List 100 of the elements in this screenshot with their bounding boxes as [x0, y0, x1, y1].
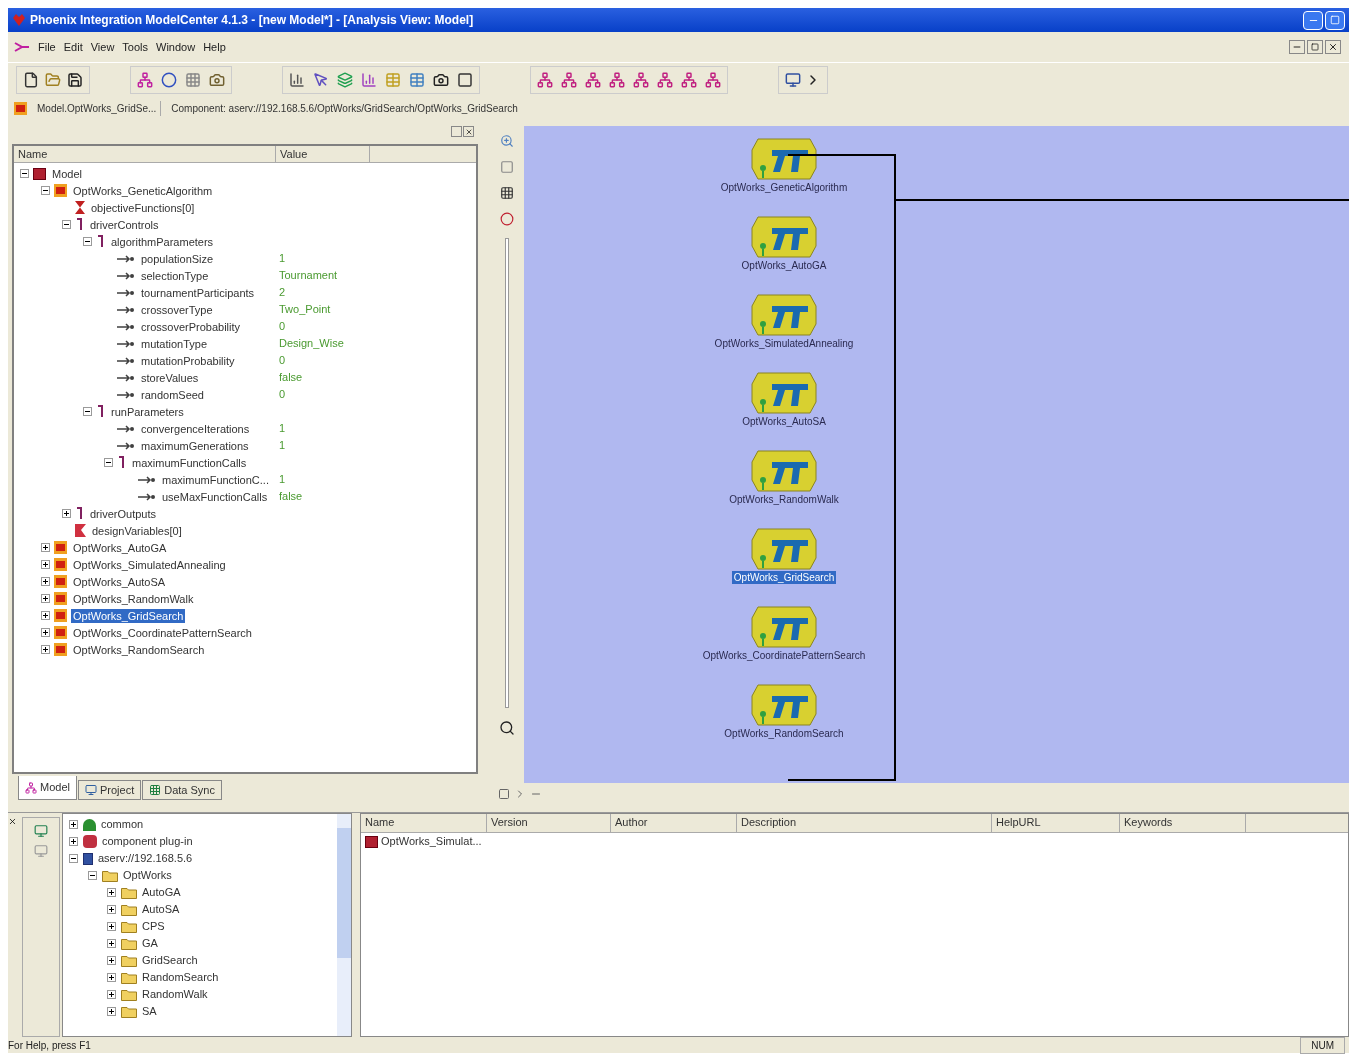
expand-icon[interactable]: [107, 922, 116, 931]
tree-item[interactable]: selectionType: [139, 268, 211, 283]
maximize-button[interactable]: [1325, 10, 1345, 30]
tree-item[interactable]: aserv://192.168.5.6: [98, 850, 193, 867]
menu-item[interactable]: Tools: [122, 38, 149, 56]
collapse-icon[interactable]: [104, 458, 113, 467]
new-file-icon[interactable]: [23, 71, 39, 88]
network-icon[interactable]: [585, 71, 601, 88]
collapse-icon[interactable]: [88, 871, 97, 880]
column-header[interactable]: Keywords: [1120, 814, 1246, 832]
node-label[interactable]: OptWorks_RandomSearch: [722, 727, 846, 740]
expand-icon[interactable]: [107, 888, 116, 897]
expand-icon[interactable]: [107, 1007, 116, 1016]
menu-item[interactable]: View: [90, 38, 115, 56]
tree-item[interactable]: component plug-in: [102, 833, 193, 850]
expand-icon[interactable]: [107, 990, 116, 999]
tree-item[interactable]: designVariables[0]: [90, 523, 184, 538]
tree-item[interactable]: crossoverType: [139, 302, 215, 317]
tree-item[interactable]: driverOutputs: [88, 506, 159, 521]
node-label[interactable]: OptWorks_AutoGA: [739, 259, 829, 272]
component-node-icon[interactable]: [750, 372, 818, 414]
column-header[interactable]: Version: [487, 814, 611, 832]
collapse-icon[interactable]: [20, 169, 29, 178]
tree-item[interactable]: driverControls: [88, 217, 161, 232]
expand-icon[interactable]: [107, 956, 116, 965]
node-label[interactable]: OptWorks_GridSearch: [731, 571, 837, 584]
expand-icon[interactable]: [41, 577, 50, 586]
tree-item[interactable]: GA: [142, 935, 158, 952]
tree-item[interactable]: mutationProbability: [139, 353, 237, 368]
tree-item[interactable]: OptWorks_AutoGA: [71, 540, 169, 555]
network-icon[interactable]: [705, 71, 721, 88]
tree-item[interactable]: RandomSearch: [142, 969, 219, 986]
expand-icon[interactable]: [41, 560, 50, 569]
tree-item[interactable]: randomSeed: [139, 387, 206, 402]
expand-icon[interactable]: [62, 509, 71, 518]
circle-icon[interactable]: [161, 71, 177, 88]
expand-icon[interactable]: [69, 820, 78, 829]
layers-icon[interactable]: [337, 71, 353, 88]
tree-item[interactable]: OptWorks_GeneticAlgorithm: [71, 183, 215, 198]
network-icon[interactable]: [633, 71, 649, 88]
frame-icon[interactable]: [498, 788, 510, 800]
node-label[interactable]: OptWorks_GeneticAlgorithm: [718, 181, 850, 194]
open-folder-icon[interactable]: [45, 71, 61, 88]
monitor-icon[interactable]: [34, 824, 48, 838]
column-header[interactable]: Author: [611, 814, 737, 832]
tree-item[interactable]: GridSearch: [142, 952, 198, 969]
scrollbar[interactable]: [337, 814, 351, 1036]
panel-tab[interactable]: Data Sync: [142, 780, 222, 800]
tree-item[interactable]: populationSize: [139, 251, 216, 266]
menu-item[interactable]: Help: [203, 38, 226, 56]
tree-item[interactable]: AutoGA: [142, 884, 181, 901]
tree-item[interactable]: common: [101, 816, 144, 833]
tree-item[interactable]: SA: [142, 1003, 157, 1020]
expand-icon[interactable]: [41, 628, 50, 637]
tree-item[interactable]: RandomWalk: [142, 986, 208, 1003]
column-header[interactable]: Name: [14, 146, 276, 162]
network-icon[interactable]: [537, 71, 553, 88]
zoom-icon[interactable]: [500, 134, 514, 148]
chart-icon[interactable]: [361, 71, 377, 88]
tree-item[interactable]: OptWorks_CoordinatePatternSearch: [71, 625, 254, 640]
component-node-icon[interactable]: [750, 216, 818, 258]
minimize-button[interactable]: [1289, 40, 1305, 54]
tree-item[interactable]: maximumFunctionC...: [160, 472, 271, 487]
component-node-icon[interactable]: [750, 684, 818, 726]
table-icon[interactable]: [409, 71, 425, 88]
menu-item[interactable]: Window: [156, 38, 196, 56]
close-button[interactable]: [1325, 40, 1341, 54]
column-header[interactable]: Value: [276, 146, 370, 162]
menu-item[interactable]: File: [38, 38, 56, 56]
tree-item[interactable]: OptWorks_RandomSearch: [71, 642, 207, 657]
breadcrumb-model[interactable]: Model.OptWorks_GridSe...: [37, 100, 162, 116]
panel-tab[interactable]: Project: [77, 780, 142, 800]
component-node-icon[interactable]: [750, 138, 818, 180]
network-icon[interactable]: [657, 71, 673, 88]
camera-icon[interactable]: [433, 71, 449, 88]
tree-item[interactable]: Model: [50, 166, 84, 181]
expand-icon[interactable]: [107, 973, 116, 982]
collapse-icon[interactable]: [41, 186, 50, 195]
tree-item[interactable]: OptWorks: [123, 867, 172, 884]
tree-item[interactable]: algorithmParameters: [109, 234, 216, 249]
tree-item[interactable]: objectiveFunctions[0]: [89, 200, 197, 215]
expand-icon[interactable]: [41, 611, 50, 620]
network-icon[interactable]: [609, 71, 625, 88]
tree-item[interactable]: crossoverProbability: [139, 319, 243, 334]
node-label[interactable]: OptWorks_AutoSA: [740, 415, 828, 428]
chart-icon[interactable]: [289, 71, 305, 88]
expand-icon[interactable]: [41, 645, 50, 654]
pointer-icon[interactable]: [313, 71, 329, 88]
component-node-icon[interactable]: [750, 450, 818, 492]
column-header[interactable]: Description: [737, 814, 992, 832]
tree-item[interactable]: tournamentParticipants: [139, 285, 257, 300]
column-header[interactable]: Name: [361, 814, 487, 832]
frame-icon[interactable]: [457, 71, 473, 88]
network-icon[interactable]: [137, 71, 153, 88]
node-label[interactable]: OptWorks_CoordinatePatternSearch: [700, 649, 868, 662]
tree-item[interactable]: useMaxFunctionCalls: [160, 489, 270, 504]
tree-item[interactable]: storeValues: [139, 370, 201, 385]
component-node-icon[interactable]: [750, 528, 818, 570]
network-icon[interactable]: [561, 71, 577, 88]
tree-item[interactable]: AutoSA: [142, 901, 180, 918]
